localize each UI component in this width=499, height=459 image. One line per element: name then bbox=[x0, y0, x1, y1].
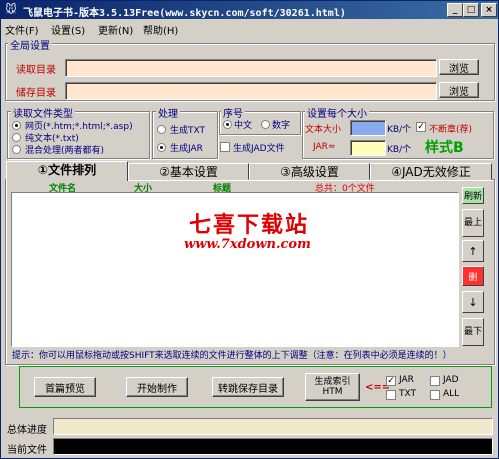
watermark-logo: 七喜下载站 bbox=[189, 212, 310, 238]
filetype-txt-radio[interactable] bbox=[12, 133, 21, 142]
order-digit-label: 数字 bbox=[272, 121, 291, 131]
gen-index-button[interactable]: 生成索引 HTM bbox=[305, 373, 360, 401]
refresh-button[interactable]: 刷新 bbox=[462, 187, 484, 204]
total-progress-bar bbox=[53, 418, 493, 435]
main-window: 🐭 飞鼠电子书-版本3.5.13Free(www.skycn.com/soft/… bbox=[0, 0, 499, 459]
order-digit-radio[interactable] bbox=[261, 120, 270, 129]
close-button[interactable]: × bbox=[481, 3, 497, 17]
text-size-unit: KB/个 bbox=[387, 125, 412, 135]
title-bar[interactable]: 🐭 飞鼠电子书-版本3.5.13Free(www.skycn.com/soft/… bbox=[1, 1, 498, 19]
gen-txt-label: 生成TXT bbox=[170, 126, 206, 136]
gen-jad-label: 生成JAD文件 bbox=[233, 144, 285, 154]
gen-jad-checkbox[interactable] bbox=[220, 142, 230, 152]
index-all-checkbox[interactable] bbox=[430, 390, 440, 400]
style-b-label[interactable]: 样式B bbox=[425, 137, 464, 157]
menu-settings[interactable]: 设置(S) bbox=[51, 22, 85, 37]
filetype-web-radio[interactable] bbox=[12, 121, 21, 130]
index-txt-label: TXT bbox=[399, 389, 417, 399]
index-txt-checkbox[interactable] bbox=[386, 390, 396, 400]
index-jar-label: JAR bbox=[399, 375, 414, 385]
save-dir-input[interactable] bbox=[65, 82, 437, 100]
index-jar-checkbox[interactable]: ✓ bbox=[386, 376, 396, 386]
no-break-label: 不断章(荐) bbox=[429, 125, 473, 135]
text-size-label: 文本大小 bbox=[305, 125, 342, 135]
browse-read-button[interactable]: 浏览 bbox=[439, 59, 479, 75]
menu-help[interactable]: 帮助(H) bbox=[143, 22, 178, 37]
tab-advanced-settings[interactable]: ③高级设置 bbox=[249, 163, 370, 180]
delete-button[interactable]: 删 bbox=[462, 266, 484, 286]
total-progress-label: 总体进度 bbox=[7, 425, 47, 436]
no-break-checkbox[interactable]: ✓ bbox=[416, 122, 426, 132]
gen-txt-radio[interactable] bbox=[157, 125, 166, 134]
current-file-bar bbox=[53, 438, 493, 455]
jar-size-unit: KB/个 bbox=[387, 145, 412, 155]
watermark-url: www.7xdown.com bbox=[184, 237, 311, 252]
process-label: 处理 bbox=[156, 105, 180, 120]
jar-size-label: JAR≈ bbox=[313, 142, 336, 152]
index-jad-checkbox[interactable] bbox=[430, 376, 440, 386]
hint-text: 提示：你可以用鼠标拖动或按SHIFT来选取连续的文件进行整体的上下调整（注意：在… bbox=[12, 351, 452, 361]
index-all-label: ALL bbox=[443, 389, 460, 399]
goto-save-dir-button[interactable]: 转跳保存目录 bbox=[212, 377, 284, 397]
filetype-mixed-radio[interactable] bbox=[12, 145, 21, 154]
maximize-button[interactable]: □ bbox=[463, 3, 479, 17]
window-title: 飞鼠电子书-版本3.5.13Free(www.skycn.com/soft/30… bbox=[23, 8, 346, 19]
size-label: 设置每个大小 bbox=[305, 105, 369, 120]
read-dir-input[interactable] bbox=[65, 59, 437, 77]
menu-file[interactable]: 文件(F) bbox=[5, 22, 39, 37]
index-jad-label: JAD bbox=[443, 375, 459, 385]
browse-save-button[interactable]: 浏览 bbox=[439, 82, 479, 98]
preview-button[interactable]: 首篇预览 bbox=[34, 377, 96, 397]
tab-jad-fix[interactable]: ④JAD无效修正 bbox=[370, 163, 492, 180]
order-chinese-radio[interactable] bbox=[223, 120, 232, 129]
gen-jar-radio[interactable] bbox=[157, 143, 166, 152]
start-button[interactable]: 开始制作 bbox=[126, 377, 188, 397]
gen-jar-label: 生成JAR bbox=[170, 144, 203, 154]
text-size-input[interactable] bbox=[350, 120, 386, 136]
tab-file-list[interactable]: ①文件排列 bbox=[6, 161, 128, 181]
order-chinese-label: 中文 bbox=[234, 121, 253, 131]
jar-size-input[interactable] bbox=[350, 140, 386, 156]
move-bottom-button[interactable]: 最下 bbox=[462, 318, 484, 346]
move-top-button[interactable]: 最上 bbox=[462, 209, 484, 237]
app-icon: 🐭 bbox=[5, 3, 17, 16]
global-settings-label: 全局设置 bbox=[8, 37, 52, 52]
minimize-button[interactable]: _ bbox=[447, 3, 463, 17]
menu-bar: 文件(F) 设置(S) 更新(N) 帮助(H) bbox=[1, 20, 498, 37]
menu-update[interactable]: 更新(N) bbox=[98, 22, 133, 37]
filetype-mixed-label: 混合处理(两者都有) bbox=[25, 146, 105, 156]
move-down-button[interactable]: ↓ bbox=[462, 291, 484, 313]
save-dir-label: 储存目录 bbox=[16, 88, 56, 99]
current-file-label: 当前文件 bbox=[7, 445, 47, 456]
read-dir-label: 读取目录 bbox=[16, 65, 56, 76]
move-up-button[interactable]: ↑ bbox=[462, 240, 484, 262]
tab-basic-settings[interactable]: ②基本设置 bbox=[128, 163, 249, 180]
filetype-label: 读取文件类型 bbox=[11, 105, 75, 120]
